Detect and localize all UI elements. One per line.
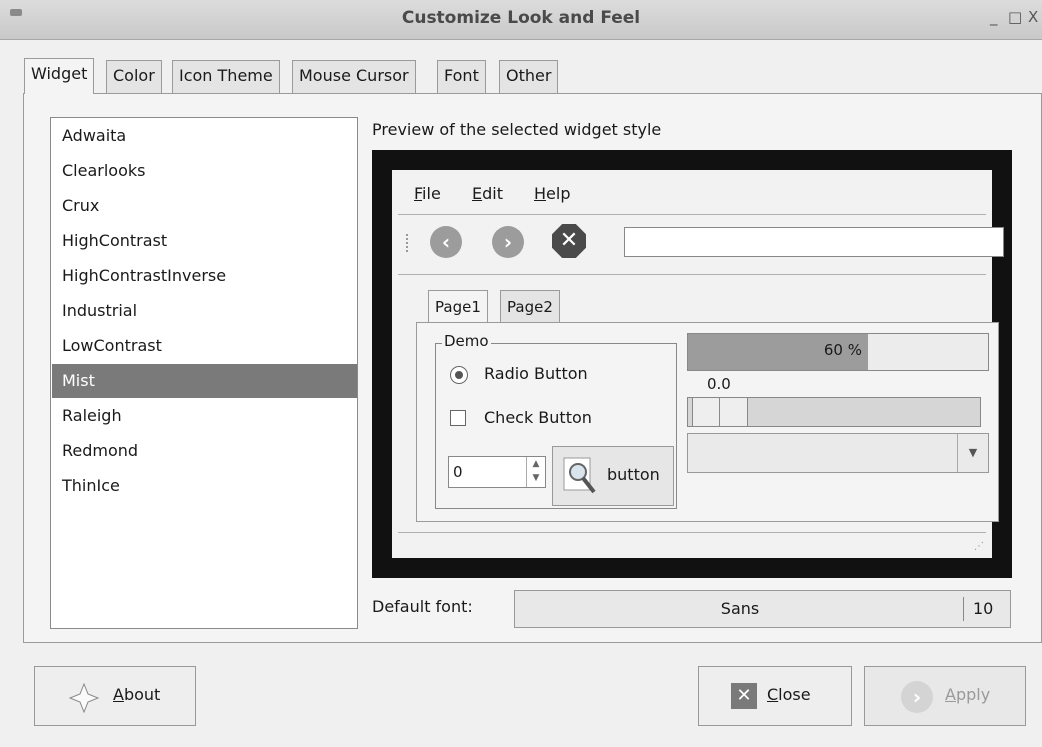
check-button-label[interactable]: Check Button [484, 408, 592, 427]
close-button[interactable]: ✕ Close [698, 666, 852, 726]
window-title: Customize Look and Feel [401, 8, 641, 28]
demo-button[interactable]: button [552, 446, 674, 506]
preview-frame: File Edit Help ‹ › ✕ Page1 Page2 Demo Ra… [372, 150, 1012, 578]
resize-grip-icon[interactable]: ⋰ [974, 541, 984, 552]
font-family-value: Sans [720, 599, 760, 618]
page-panel: Demo Radio Button Check Button 0 ▲ ▼ butt… [416, 322, 999, 522]
tab-page1[interactable]: Page1 [428, 290, 488, 324]
menu-separator [398, 214, 986, 215]
forward-icon[interactable]: › [492, 226, 524, 258]
theme-list[interactable]: Adwaita Clearlooks Crux HighContrast Hig… [50, 117, 358, 629]
progress-text: 60 % [823, 341, 862, 359]
theme-item-thinice[interactable]: ThinIce [52, 469, 357, 503]
statusbar-separator [398, 532, 986, 533]
spin-value: 0 [453, 463, 463, 481]
demo-button-label: button [607, 465, 660, 484]
default-font-button[interactable]: Sans 10 [514, 590, 1011, 628]
theme-item-lowcontrast[interactable]: LowContrast [52, 329, 357, 363]
theme-item-adwaita[interactable]: Adwaita [52, 119, 357, 153]
progress-bar: 60 % [687, 333, 989, 371]
close-icon: ✕ [731, 683, 757, 709]
theme-item-raleigh[interactable]: Raleigh [52, 399, 357, 433]
theme-item-redmond[interactable]: Redmond [52, 434, 357, 468]
theme-item-industrial[interactable]: Industrial [52, 294, 357, 328]
preview-label: Preview of the selected widget style [372, 120, 662, 139]
default-font-label: Default font: [372, 597, 473, 616]
scale-slider[interactable] [687, 397, 981, 427]
find-icon [563, 457, 596, 494]
theme-item-clearlooks[interactable]: Clearlooks [52, 154, 357, 188]
spin-button[interactable]: 0 ▲ ▼ [448, 456, 546, 488]
close-button-label: Close [767, 685, 811, 704]
theme-item-highcontrast[interactable]: HighContrast [52, 224, 357, 258]
preview-window: File Edit Help ‹ › ✕ Page1 Page2 Demo Ra… [392, 170, 1004, 558]
menu-help[interactable]: Help [534, 184, 570, 203]
font-size-value: 10 [973, 599, 994, 618]
theme-item-mist[interactable]: Mist [52, 364, 357, 398]
radio-button-indicator[interactable] [450, 366, 468, 384]
close-window-button[interactable]: X [1028, 8, 1038, 26]
radio-button-label[interactable]: Radio Button [484, 364, 588, 383]
theme-item-crux[interactable]: Crux [52, 189, 357, 223]
menu-file[interactable]: File [414, 184, 441, 203]
toolbar-handle[interactable] [406, 234, 411, 252]
demo-legend: Demo [442, 332, 491, 350]
combo-box[interactable]: ▼ [687, 433, 989, 473]
check-button-indicator[interactable] [450, 410, 466, 426]
tab-widget[interactable]: Widget [24, 58, 95, 94]
title-bar[interactable]: Customize Look and Feel _ □ X [0, 0, 1042, 40]
tab-color[interactable]: Color [106, 60, 162, 94]
chevron-down-icon[interactable]: ▼ [957, 434, 988, 472]
font-size-divider [963, 597, 964, 621]
theme-item-highcontrastinverse[interactable]: HighContrastInverse [52, 259, 357, 293]
maximize-button[interactable]: □ [1008, 8, 1022, 26]
minimize-button[interactable]: _ [990, 8, 998, 26]
url-entry[interactable] [624, 227, 1004, 257]
tab-font[interactable]: Font [437, 60, 486, 94]
tab-page2[interactable]: Page2 [500, 290, 560, 324]
toolbar-separator [398, 274, 986, 275]
scale-handle[interactable] [692, 398, 748, 426]
about-button-label: About [113, 685, 161, 704]
scale-value: 0.0 [707, 375, 731, 393]
star-icon [69, 683, 99, 713]
tab-mouse-cursor[interactable]: Mouse Cursor [292, 60, 416, 94]
tab-other[interactable]: Other [499, 60, 559, 94]
stop-icon[interactable]: ✕ [552, 224, 586, 258]
tab-icon-theme[interactable]: Icon Theme [172, 60, 280, 94]
apply-icon: › [901, 681, 933, 713]
menu-edit[interactable]: Edit [472, 184, 503, 203]
spin-arrows-icon[interactable]: ▲ ▼ [526, 457, 545, 487]
demo-frame: Demo Radio Button Check Button 0 ▲ ▼ butt… [435, 332, 677, 509]
apply-button-label: Apply [945, 685, 991, 704]
about-button[interactable]: About [34, 666, 196, 726]
back-icon[interactable]: ‹ [430, 226, 462, 258]
apply-button[interactable]: › Apply [864, 666, 1026, 726]
